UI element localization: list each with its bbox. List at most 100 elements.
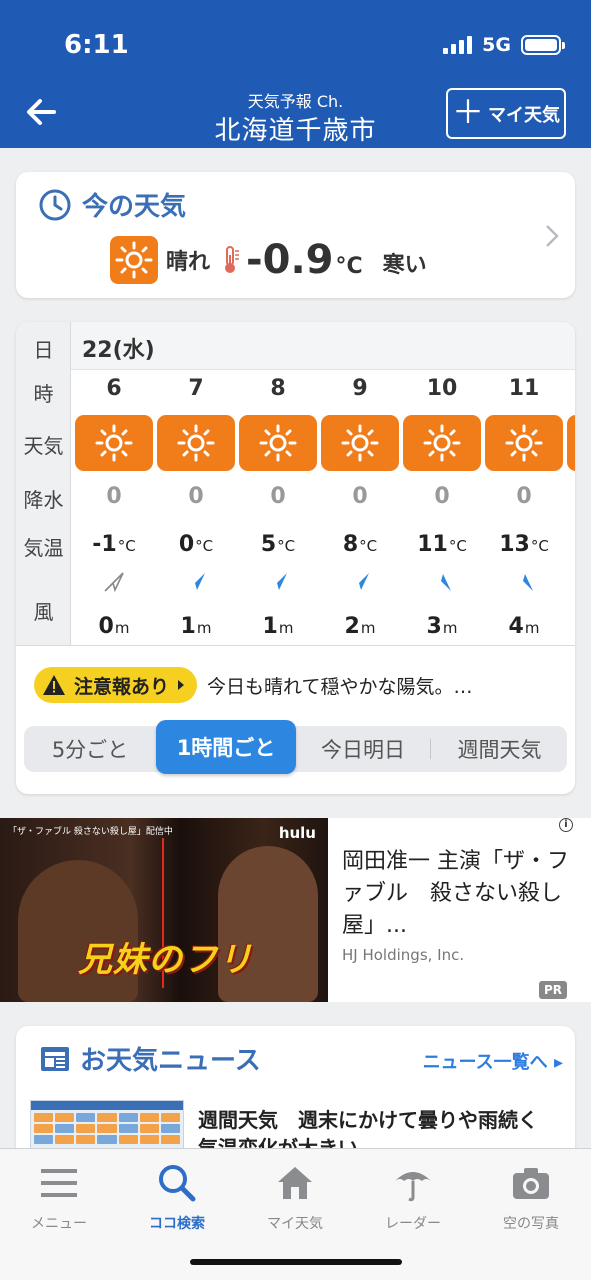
battery-icon (521, 35, 565, 55)
alert-row[interactable]: 注意報あり 今日も晴れて穏やかな陽気。… (34, 667, 472, 703)
precip-value: 0 (434, 484, 450, 509)
tab-5min[interactable]: 5分ごと (24, 726, 156, 772)
label-precip: 降水 (23, 488, 64, 512)
tab-search[interactable]: ココ検索 (118, 1161, 236, 1233)
current-weather-card[interactable]: 今の天気 晴れ -0.9 °C 寒い (16, 172, 575, 298)
wind-speed-value: 4m (508, 614, 540, 639)
tab-search-label: ココ検索 (149, 1216, 205, 1232)
label-wind: 風 (33, 600, 54, 624)
tab-my-weather[interactable]: マイ天気 (236, 1161, 354, 1233)
temp-value: 11°C (417, 532, 467, 557)
hulu-logo: hulu (278, 824, 316, 842)
label-hour: 時 (33, 382, 54, 406)
ad-image-caption: 「ザ・ファブル 殺さない殺し屋」配信中 (8, 827, 173, 837)
wind-speed-value: 0m (98, 614, 130, 639)
tab-my-weather-label: マイ天気 (267, 1216, 323, 1232)
temp-value: -1°C (92, 532, 136, 557)
pr-badge: PR (538, 981, 567, 999)
current-weather-title: 今の天気 (82, 192, 187, 222)
status-time: 6:11 (64, 30, 129, 60)
temp-value: 8°C (342, 532, 378, 557)
tab-today-tomorrow[interactable]: 今日明日 (298, 726, 428, 772)
ad-image[interactable]: 「ザ・ファブル 殺さない殺し屋」配信中 hulu 兄妹のフリ (0, 818, 328, 1002)
sun-icon (485, 415, 563, 471)
sun-icon (321, 415, 399, 471)
wind-direction-icon (403, 570, 481, 594)
tab-sky-photos[interactable]: 空の写真 (472, 1161, 590, 1233)
wind-direction-icon (485, 570, 563, 594)
news-list-link-label: ニュース一覧へ (422, 1052, 548, 1073)
wind-direction-icon (239, 570, 317, 594)
weather-news-card: お天気ニュース ニュース一覧へ ▸ 週間天気 週末にかけて曇りや雨続く 気温変化… (16, 1026, 575, 1166)
hour-label: 6 (106, 376, 122, 401)
sun-icon (157, 415, 235, 471)
wind-speed-value: 2m (344, 614, 376, 639)
add-my-weather-label: マイ天気 (488, 104, 560, 126)
current-weather-heading: 今の天気 (38, 186, 186, 223)
news-heading: お天気ニュース (40, 1040, 261, 1077)
triangle-right-icon: ▸ (553, 1052, 563, 1073)
newspaper-icon (41, 1046, 69, 1071)
camera-icon (513, 1168, 549, 1199)
network-label: 5G (482, 34, 511, 56)
row-label-column: 日 時 天気 降水 気温 風 (16, 322, 71, 645)
signal-icon (443, 36, 473, 54)
current-weather-text: 晴れ (166, 250, 211, 275)
warning-icon (43, 675, 65, 695)
label-weather: 天気 (23, 434, 64, 458)
advisory-badge[interactable]: 注意報あり (34, 667, 198, 703)
interval-segmented-control: 5分ごと 1時間ごと 今日明日 週間天気 (24, 720, 567, 774)
segment-divider (430, 739, 431, 759)
add-my-weather-button[interactable]: ＋ マイ天気 (446, 88, 566, 139)
tab-menu[interactable]: メニュー (0, 1161, 118, 1233)
forecast-comment: 今日も晴れて穏やかな陽気。… (207, 675, 473, 698)
clock-icon (39, 189, 71, 220)
tab-radar[interactable]: レーダー (354, 1161, 472, 1233)
ad-promo-text: 兄妹のフリ (78, 940, 253, 980)
ad-info-icon[interactable]: i (559, 818, 573, 832)
wind-speed-value: 1m (262, 614, 294, 639)
home-icon (278, 1167, 312, 1199)
precip-value: 0 (352, 484, 368, 509)
tab-menu-label: メニュー (31, 1216, 87, 1232)
sun-icon (75, 415, 153, 471)
wind-direction-icon (321, 570, 399, 594)
wind-speed-value: 1m (180, 614, 212, 639)
sun-icon (239, 415, 317, 471)
feels-like-text: 寒い (382, 253, 427, 278)
temp-value: 0°C (178, 532, 214, 557)
advisory-label: 注意報あり (74, 675, 170, 698)
plus-icon: ＋ (451, 93, 484, 131)
wind-speed-value: 3m (426, 614, 458, 639)
precip-value: 0 (188, 484, 204, 509)
hour-label: 9 (352, 376, 368, 401)
status-indicators: 5G (443, 34, 565, 56)
sun-icon (403, 415, 481, 471)
precip-value: 0 (106, 484, 122, 509)
tab-hourly[interactable]: 1時間ごと (156, 720, 296, 774)
tab-weekly[interactable]: 週間天気 (432, 726, 567, 772)
sun-icon (567, 415, 575, 471)
label-temp: 気温 (23, 536, 64, 560)
umbrella-icon (395, 1172, 431, 1202)
menu-icon (41, 1169, 77, 1197)
sun-icon (110, 236, 158, 284)
hour-label: 11 (508, 376, 540, 401)
hour-label: 8 (270, 376, 286, 401)
temp-value: 13°C (499, 532, 549, 557)
hourly-forecast-card: 日 時 天気 降水 気温 風 22(水) 6 0 -1°C 0m 7 0 0°C 1m 8 0 5°… (16, 322, 575, 794)
ad-title[interactable]: 岡田准一 主演「ザ・ファブル 殺さない殺し屋」... (342, 846, 572, 942)
temp-value: 5°C (260, 532, 296, 557)
search-icon (159, 1165, 196, 1202)
news-list-link[interactable]: ニュース一覧へ ▸ (423, 1048, 563, 1074)
chevron-right-icon (546, 225, 559, 247)
tab-sky-photos-label: 空の写真 (503, 1216, 559, 1232)
home-indicator (190, 1259, 402, 1265)
hour-label: 10 (426, 376, 458, 401)
triangle-right-icon (178, 680, 185, 690)
divider (16, 645, 575, 646)
ad-sponsor: HJ Holdings, Inc. (342, 946, 465, 964)
wind-direction-icon (157, 570, 235, 594)
precip-value: 0 (270, 484, 286, 509)
ad-banner[interactable]: 「ザ・ファブル 殺さない殺し屋」配信中 hulu 兄妹のフリ i 岡田准一 主演… (0, 818, 591, 1002)
